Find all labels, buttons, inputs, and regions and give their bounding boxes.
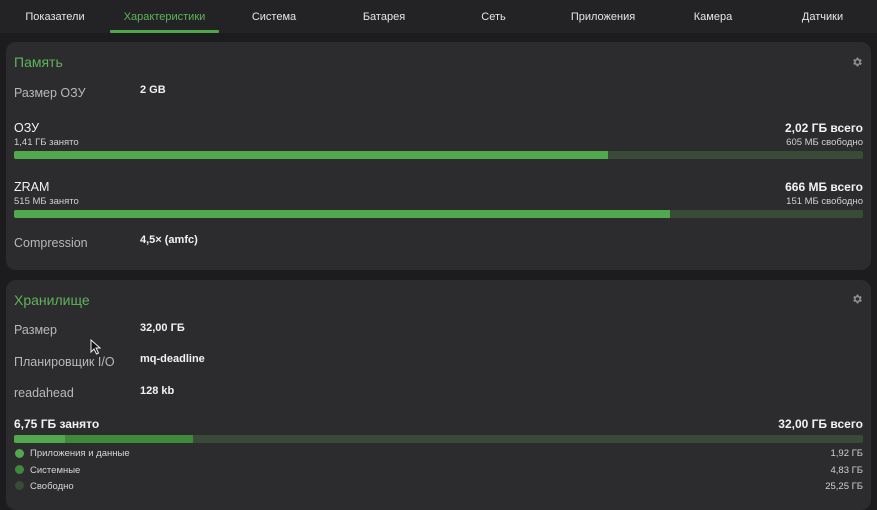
active-tab-indicator xyxy=(110,30,219,33)
legend-dot-apps xyxy=(15,449,24,458)
legend-value-apps: 1,92 ГБ xyxy=(830,448,863,459)
memory-title: Память xyxy=(14,54,63,70)
memory-card: Память Размер ОЗУ 2 GB ОЗУ 2,02 ГБ всего… xyxy=(6,42,871,270)
io-scheduler-value: mq-deadline xyxy=(140,353,205,365)
storage-size-value: 32,00 ГБ xyxy=(140,322,185,334)
tab-sensors[interactable]: Датчики xyxy=(768,0,877,33)
tab-network[interactable]: Сеть xyxy=(439,0,548,33)
gear-icon[interactable] xyxy=(851,56,863,68)
storage-progress-bar xyxy=(14,435,863,443)
legend-label-system: Системные xyxy=(30,465,81,476)
ram-free: 605 МБ свободно xyxy=(786,137,863,148)
mouse-cursor-icon xyxy=(90,339,102,355)
storage-segment-2 xyxy=(193,435,863,443)
ram-total: 2,02 ГБ всего xyxy=(784,121,863,135)
legend-label-free: Свободно xyxy=(30,481,74,492)
storage-segment-0 xyxy=(14,435,65,443)
tab-apps[interactable]: Приложения xyxy=(548,0,658,33)
legend-dot-system xyxy=(15,465,24,474)
storage-title: Хранилище xyxy=(14,292,90,308)
ram-used: 1,41 ГБ занято xyxy=(14,137,79,148)
tab-battery[interactable]: Батарея xyxy=(329,0,439,33)
zram-progress-bar xyxy=(14,210,863,218)
tab-camera[interactable]: Камера xyxy=(658,0,768,33)
storage-segment-1 xyxy=(64,435,194,443)
readahead-label: readahead xyxy=(14,386,74,400)
zram-total: 666 МБ всего xyxy=(785,180,863,194)
compression-label: Compression xyxy=(14,236,88,250)
legend-dot-free xyxy=(15,481,24,490)
gear-icon[interactable] xyxy=(851,293,863,305)
compression-value: 4,5× (amfc) xyxy=(140,234,198,246)
zram-title: ZRAM xyxy=(14,180,50,194)
ram-progress-bar xyxy=(14,151,863,159)
zram-free: 151 МБ свободно xyxy=(786,196,863,207)
storage-used: 6,75 ГБ занято xyxy=(14,417,100,431)
io-scheduler-label: Планировщик I/O xyxy=(14,355,115,369)
storage-size-label: Размер xyxy=(14,323,57,337)
ram-size-label: Размер ОЗУ xyxy=(14,86,86,100)
readahead-value: 128 kb xyxy=(140,385,175,397)
storage-total: 32,00 ГБ всего xyxy=(778,417,863,431)
ram-progress-fill xyxy=(14,151,609,159)
tab-indicators[interactable]: Показатели xyxy=(0,0,110,33)
ram-title: ОЗУ xyxy=(14,121,40,135)
tab-bar: Показатели Характеристики Система Батаре… xyxy=(0,0,877,33)
legend-label-apps: Приложения и данные xyxy=(30,448,130,459)
legend-value-free: 25,25 ГБ xyxy=(825,481,863,492)
zram-progress-fill xyxy=(14,210,671,218)
tab-specifications[interactable]: Характеристики xyxy=(110,0,219,33)
storage-card: Хранилище Размер 32,00 ГБ Планировщик I/… xyxy=(6,280,871,510)
ram-size-value: 2 GB xyxy=(140,84,166,96)
tab-system[interactable]: Система xyxy=(219,0,329,33)
legend-value-system: 4,83 ГБ xyxy=(830,465,863,476)
zram-used: 515 МБ занято xyxy=(14,196,79,207)
